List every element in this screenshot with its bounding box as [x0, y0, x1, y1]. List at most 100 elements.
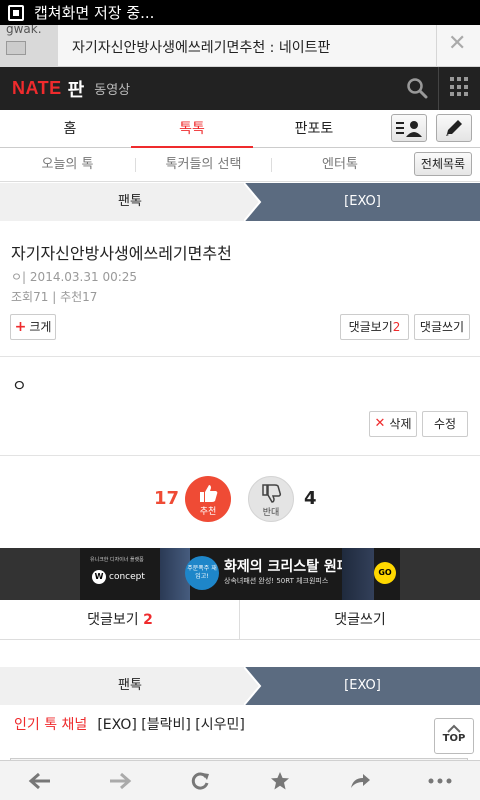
ad-badge: 주문폭주 재입고!	[185, 556, 219, 590]
subtab-enter-tok[interactable]: 엔터톡	[272, 148, 408, 182]
plus-icon: +	[14, 319, 27, 335]
more-icon	[428, 778, 452, 784]
hot-channel-links[interactable]: [EXO] [블락비] [시우민]	[97, 717, 245, 733]
divider	[436, 25, 437, 67]
user-list-icon	[396, 121, 422, 137]
apps-grid-icon[interactable]	[450, 77, 470, 97]
subtab-today[interactable]: 오늘의 톡	[0, 148, 135, 182]
post-meta: ㅇ| 2014.03.31 00:25	[11, 268, 137, 285]
write-comment-button[interactable]: 댓글쓰기	[414, 314, 470, 340]
view-comments-link[interactable]: 댓글보기 2	[0, 600, 240, 640]
hot-channel: 인기 톡 채널 [EXO] [블락비] [시우민]	[14, 714, 245, 734]
tab-panphoto[interactable]: 판포토	[254, 110, 374, 148]
refresh-icon	[191, 772, 209, 790]
downvote-button[interactable]: 반대	[248, 476, 294, 522]
tab-toktok[interactable]: 톡톡	[131, 110, 253, 148]
breadcrumb-category[interactable]: 팬톡	[0, 667, 260, 705]
tab-thumbnail-text: gwak.	[6, 25, 42, 36]
divider	[0, 455, 480, 456]
recommend-count: 17	[82, 290, 98, 304]
forward-button[interactable]	[80, 761, 160, 800]
write-comment-link[interactable]: 댓글쓰기	[240, 600, 480, 640]
ad-banner[interactable]: 유니크한 디자이너 플랫폼 Wconcept 주문폭주 재입고! 화제의 크리스…	[80, 548, 400, 600]
breadcrumb-channel[interactable]: [EXO]	[245, 183, 480, 221]
breadcrumb-channel[interactable]: [EXO]	[245, 667, 480, 705]
comment-count: 2	[143, 612, 153, 628]
back-button[interactable]	[0, 761, 80, 800]
nate-logo[interactable]: NATE	[12, 78, 62, 99]
upvote-label: 추천	[199, 507, 217, 517]
top-label: TOP	[442, 733, 466, 744]
more-button[interactable]	[400, 761, 480, 800]
ad-go-button[interactable]: GO	[374, 562, 396, 584]
view-comments-button[interactable]: 댓글보기 2	[340, 314, 409, 340]
ad-subtext: 상속녀패션 완성! 50RT 체크원피스	[224, 577, 329, 585]
all-list-button[interactable]: 전체목록	[414, 152, 472, 176]
tab-thumbnail[interactable]: gwak.	[0, 25, 58, 67]
breadcrumb-bottom: 팬톡 [EXO]	[0, 667, 480, 705]
comment-bar: 댓글보기 2 댓글쓰기	[0, 600, 480, 640]
enlarge-text-button[interactable]: + 크게	[10, 314, 56, 340]
downvote-label: 반대	[262, 508, 280, 518]
post-stats: 조회71 | 추천17	[11, 290, 98, 304]
tab-home[interactable]: 홈	[0, 110, 140, 148]
screenshot-icon	[8, 4, 24, 21]
share-icon	[351, 774, 370, 788]
search-icon[interactable]	[406, 77, 428, 99]
delete-button[interactable]: ✕ 삭제	[369, 411, 417, 437]
enlarge-label: 크게	[29, 320, 52, 334]
upvote-button[interactable]: 추천	[185, 476, 231, 522]
arrow-right-icon	[110, 772, 132, 790]
main-tabs: 홈 톡톡 판포토	[0, 110, 480, 148]
views-label: 조회	[11, 290, 34, 304]
close-icon: ✕	[374, 416, 386, 431]
ad-model-image	[342, 548, 374, 600]
page-title[interactable]: 자기자신안방사생에쓰레기면추천 : 네이트판	[72, 37, 330, 57]
browser-toolbar	[0, 760, 480, 800]
hot-channel-label: 인기 톡 채널	[14, 717, 88, 733]
status-text: 캡쳐화면 저장 중...	[34, 4, 155, 22]
sub-tabs: 오늘의 톡 톡커들의 선택 엔터톡 전체목록	[0, 148, 480, 182]
post-title: 자기자신안방사생에쓰레기면추천	[11, 244, 232, 263]
downvote-count: 4	[304, 488, 317, 509]
divider	[438, 67, 439, 110]
w-logo-icon: W	[92, 570, 106, 584]
divider	[0, 356, 480, 357]
refresh-button[interactable]	[160, 761, 240, 800]
write-button[interactable]	[436, 114, 472, 142]
post-datetime: 2014.03.31 00:25	[29, 270, 138, 284]
ad-brand-tagline: 유니크한 디자이너 플랫폼	[90, 557, 144, 563]
arrow-left-icon	[28, 772, 50, 790]
breadcrumb-category[interactable]: 팬톡	[0, 183, 260, 221]
video-link[interactable]: 동영상	[94, 79, 130, 98]
section-title[interactable]: 판	[68, 76, 85, 102]
recommend-label: 추천	[60, 290, 83, 304]
close-icon[interactable]: ✕	[448, 31, 466, 56]
upvote-count: 17	[154, 488, 180, 509]
share-button[interactable]	[320, 761, 400, 800]
chevron-up-icon	[447, 724, 461, 733]
post-body: ㅇ	[12, 376, 27, 395]
browser-title-bar: gwak. 자기자신안방사생에쓰레기면추천 : 네이트판 ✕	[0, 25, 480, 67]
views-count: 71	[33, 290, 49, 304]
view-comments-label: 댓글보기	[348, 320, 393, 334]
breadcrumb: 팬톡 [EXO]	[0, 183, 480, 221]
delete-label: 삭제	[389, 417, 412, 431]
site-header: NATE 판 동영상	[0, 67, 480, 110]
bookmark-button[interactable]	[240, 761, 320, 800]
comment-count: 2	[392, 320, 401, 334]
my-page-button[interactable]	[391, 114, 427, 142]
breadcrumb-arrow	[244, 183, 262, 221]
view-comments-label: 댓글보기	[87, 612, 139, 628]
thumbs-down-icon	[262, 484, 282, 503]
pencil-icon	[446, 120, 462, 136]
scroll-top-button[interactable]: TOP	[434, 718, 474, 754]
thumbs-up-icon	[200, 485, 218, 502]
post-author[interactable]: ㅇ|	[11, 270, 26, 284]
image-icon	[6, 41, 26, 55]
edit-button[interactable]: 수정	[422, 411, 468, 437]
breadcrumb-arrow	[244, 667, 262, 705]
subtab-tokker-choice[interactable]: 톡커들의 선택	[136, 148, 271, 182]
status-bar: 캡쳐화면 저장 중...	[0, 0, 480, 25]
ad-brand-name: concept	[109, 572, 145, 582]
